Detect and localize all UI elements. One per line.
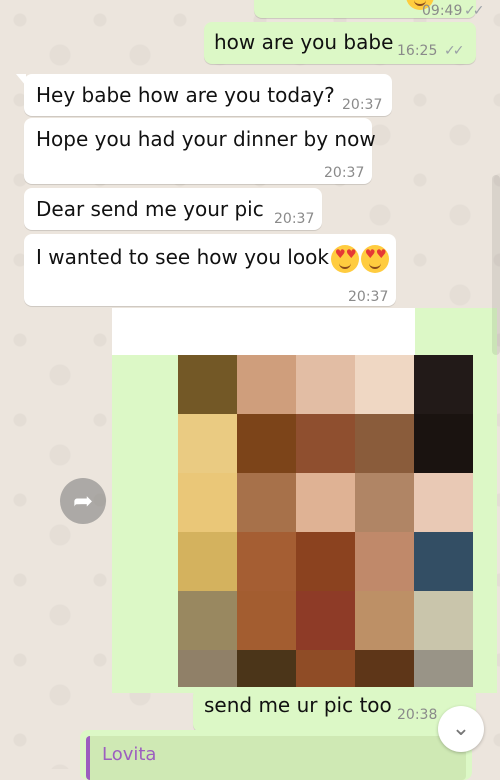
message-time: 20:38 — [397, 707, 438, 723]
heart-eyes-emoji-icon: heart-eyes — [330, 244, 359, 273]
pixel-block — [296, 414, 355, 473]
read-receipt-icon: ✓✓ — [464, 3, 485, 19]
read-receipt-icon: ✓✓ — [444, 43, 465, 59]
heart-eyes-emoji-icon: heart-eyes — [360, 244, 389, 273]
pixel-block — [296, 473, 355, 532]
message-text: how are you babe — [214, 30, 394, 54]
pixel-block — [178, 355, 237, 414]
chevron-down-icon: ⌄ — [451, 716, 471, 741]
scroll-to-bottom-button[interactable]: ⌄ — [438, 706, 484, 752]
message-bubble-outgoing[interactable]: send me ur pic too 20:38 ✓✓ — [193, 688, 476, 732]
message-time: 20:37 — [348, 289, 389, 305]
pixel-block — [414, 650, 473, 687]
scrollbar[interactable] — [492, 175, 500, 355]
message-time: 20:37 — [342, 97, 383, 113]
image-censor-band — [112, 308, 415, 355]
pixel-block — [355, 355, 414, 414]
pixel-block — [296, 532, 355, 591]
quoted-author: Lovita — [102, 744, 157, 765]
pixel-block — [237, 532, 296, 591]
pixel-block — [237, 591, 296, 650]
pixel-block — [355, 650, 414, 687]
pixel-block — [178, 473, 237, 532]
message-bubble-outgoing[interactable]: how are you babe 16:25 ✓✓ — [204, 22, 476, 64]
pixel-block — [355, 473, 414, 532]
message-text: I wanted to see how you look — [36, 245, 329, 269]
pixel-block — [414, 414, 473, 473]
message-time: 20:37 — [324, 165, 365, 181]
quoted-message: Lovita — [86, 736, 466, 780]
pixel-block — [414, 473, 473, 532]
forward-icon[interactable]: ➦ — [60, 478, 106, 524]
pixel-block — [178, 650, 237, 687]
message-text: Dear send me your pic — [36, 197, 264, 221]
pixel-block — [178, 591, 237, 650]
message-time: 16:25 — [397, 43, 438, 59]
pixel-block — [296, 355, 355, 414]
pixel-block — [414, 532, 473, 591]
bubble-tail — [16, 74, 26, 86]
message-text: Hope you had your dinner by now — [36, 127, 376, 151]
pixel-block — [355, 532, 414, 591]
pixel-block — [237, 473, 296, 532]
message-bubble-incoming[interactable]: Hope you had your dinner by now 20:37 — [24, 118, 376, 184]
pixel-block — [237, 414, 296, 473]
pixel-block — [237, 355, 296, 414]
message-time: 09:49 — [422, 3, 463, 19]
message-bubble-incoming[interactable]: Dear send me your pic 20:37 — [24, 188, 322, 230]
pixel-block — [178, 532, 237, 591]
pixel-block — [178, 414, 237, 473]
pixel-block — [355, 414, 414, 473]
message-bubble-outgoing-partial[interactable]: 09:49 ✓✓ — [254, 0, 485, 19]
pixel-block — [414, 591, 473, 650]
reply-preview[interactable]: Lovita — [80, 730, 472, 780]
message-text: send me ur pic too — [204, 693, 392, 717]
pixel-block — [296, 591, 355, 650]
pixel-block — [355, 591, 414, 650]
pixel-block — [237, 650, 296, 687]
message-bubble-incoming[interactable]: Hey babe how are you today? 20:37 — [16, 74, 392, 116]
message-time: 20:37 — [274, 211, 315, 227]
message-bubble-incoming[interactable]: I wanted to see how you lookheart-eyeshe… — [24, 234, 396, 306]
pixel-block — [296, 650, 355, 687]
pixel-block — [414, 355, 473, 414]
message-text: Hey babe how are you today? — [36, 83, 335, 107]
